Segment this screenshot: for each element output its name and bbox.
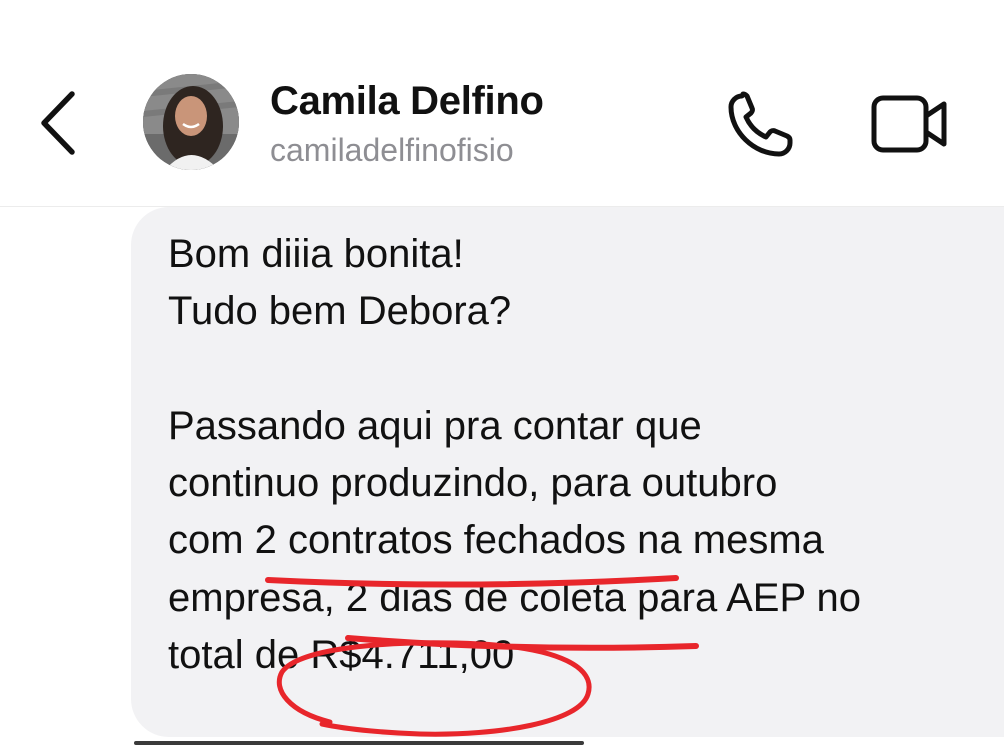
call-button[interactable]: [722, 88, 802, 160]
avatar[interactable]: [143, 74, 239, 170]
message-line: continuo produzindo, para outubro: [168, 461, 778, 506]
message-line: Tudo bem Debora?: [168, 289, 512, 334]
contact-info[interactable]: Camila Delfino camiladelfinofisio: [270, 76, 544, 172]
contact-name: Camila Delfino: [270, 79, 544, 123]
phone-icon: [728, 91, 793, 157]
message-line: empresa, 2 dias de coleta para AEP no: [168, 575, 862, 620]
message-line: Bom diiia bonita!: [168, 232, 464, 276]
video-call-button[interactable]: [868, 92, 952, 156]
chat-header: Camila Delfino camiladelfinofisio: [0, 0, 1004, 207]
message-line: total de R$4.711,00: [168, 633, 515, 678]
message-line: com 2 contratos fechados na mesma: [168, 518, 824, 563]
message-text: Bom diiia bonita! Tudo bem Debora? Passa…: [168, 226, 968, 684]
contact-handle: camiladelfinofisio: [270, 132, 514, 168]
next-message-edge: [134, 741, 584, 745]
chevron-left-icon: [41, 91, 75, 155]
message-line: Passando aqui pra contar que: [168, 403, 702, 448]
video-camera-icon: [871, 95, 947, 153]
profile-photo: [143, 74, 239, 170]
back-button[interactable]: [30, 88, 86, 158]
